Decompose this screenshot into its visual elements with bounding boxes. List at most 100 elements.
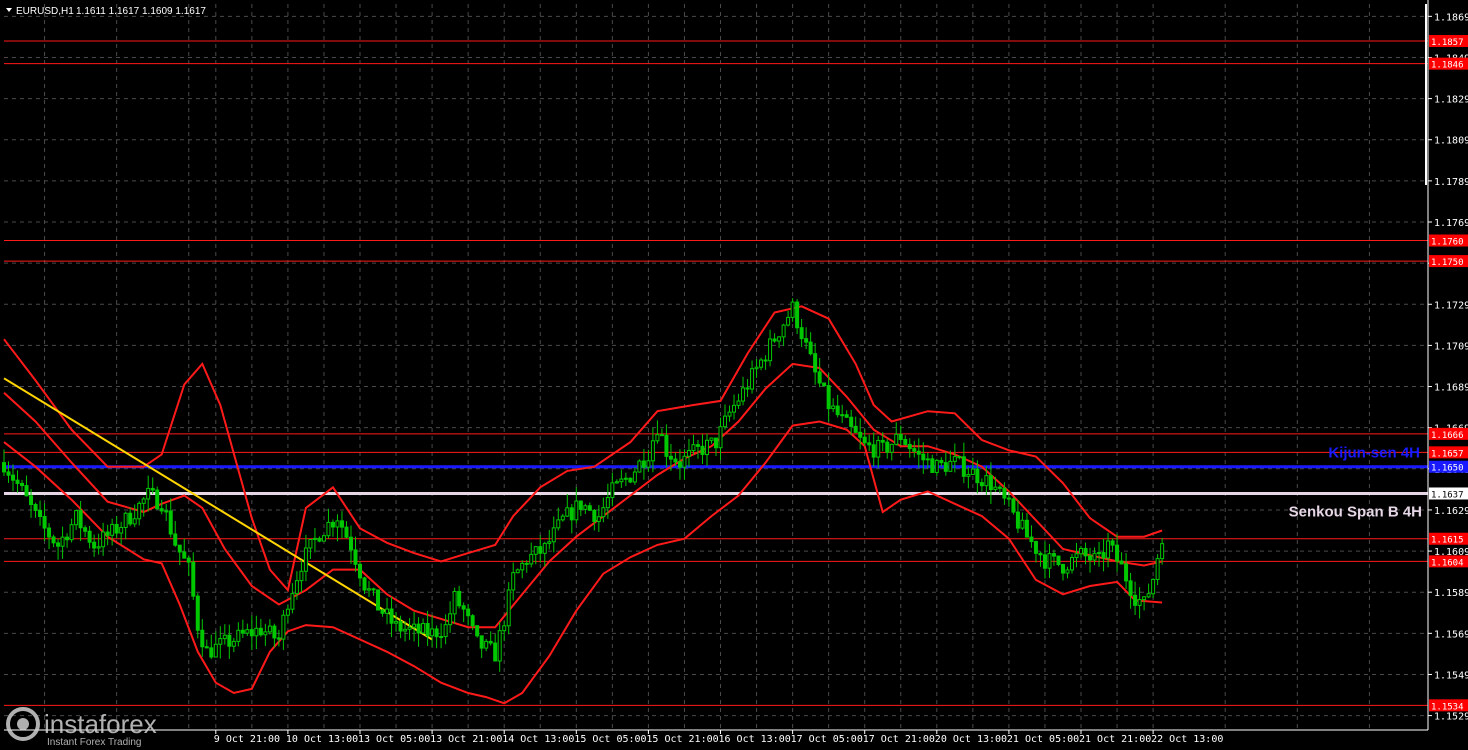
level-price-label: 1.1857 [1431,38,1464,48]
candle-body [421,623,426,634]
candle-body [988,475,993,491]
candle-body [1151,578,1156,595]
candle-body [781,324,786,338]
x-tick-label: 17 Oct 21:00 [863,734,935,745]
candle-body [339,520,344,528]
x-tick-label: 20 Oct 13:00 [935,734,1007,745]
candle-body [434,628,439,638]
candle-body [439,636,444,639]
candle-body [78,510,83,529]
candle-body [934,459,939,473]
candle-body [123,512,128,528]
candle-body [317,537,322,542]
candle-body [218,638,223,645]
candle-body [610,482,615,499]
candle-body [101,531,106,548]
candle-body [312,537,317,540]
candle-body [750,368,755,390]
candle-body [132,518,137,525]
candle-body [371,588,376,591]
candle-body [1142,596,1147,601]
candle-body [506,589,511,627]
candle-body [303,547,308,572]
candle-body [939,459,944,464]
candle-body [732,404,737,413]
candle-body [637,460,642,473]
candle-body [376,589,381,611]
candle-body [51,536,56,544]
candle-body [96,546,101,549]
candle-body [835,405,840,416]
candle-body [285,608,290,616]
candle-body [195,595,200,631]
candle-body [808,341,813,355]
candle-body [502,625,507,632]
candle-body [1065,569,1070,574]
candle-body [921,453,926,461]
y-tick-label: 1.1869 [1434,12,1468,23]
candle-body [668,455,673,460]
y-tick-label: 1.1569 [1434,629,1468,640]
candle-body [619,478,624,483]
candle-body [128,512,133,525]
candle-body [853,425,858,433]
candle-body [191,561,196,597]
candle-body [412,623,417,628]
candle-body [1020,519,1025,529]
candle-body [294,580,299,595]
candle-body [1079,547,1084,555]
candle-body [335,520,340,528]
y-tick-label: 1.1829 [1434,95,1468,106]
candle-body [961,456,966,477]
kijun-price-label: 1.1650 [1431,464,1464,474]
candle-body [1038,552,1043,556]
candle-body [362,577,367,591]
candle-body [475,625,480,637]
candle-body [993,486,998,491]
candle-body [1015,511,1020,529]
candle-body [565,507,570,517]
y-tick-label: 1.1769 [1434,218,1468,229]
candle-body [880,439,885,443]
candle-body [650,440,655,462]
candle-body [1074,553,1079,558]
candle-body [695,444,700,447]
candle-body [520,562,525,571]
candle-body [177,544,182,553]
candle-body [709,437,714,441]
candle-body [1146,593,1151,598]
candle-body [231,640,236,647]
candle-body [578,500,583,510]
candle-body [1083,547,1088,557]
candle-body [281,614,286,640]
candle-body [574,500,579,521]
candle-body [943,462,948,472]
candle-body [448,613,453,626]
candle-body [556,519,561,529]
y-tick-label: 1.1549 [1434,670,1468,681]
candle-body [763,359,768,362]
candle-body [497,630,502,662]
candle-body [200,629,205,648]
level-price-label: 1.1534 [1431,702,1464,712]
candle-body [898,433,903,440]
x-tick-label: 21 Oct 21:00 [1079,734,1151,745]
candle-body [1097,552,1102,555]
candle-body [628,477,633,483]
candle-body [714,437,718,449]
candle-body [137,502,142,520]
candle-body [569,507,574,521]
candle-body [56,542,61,547]
candle-body [344,526,349,538]
x-tick-label: 17 Oct 05:00 [791,734,863,745]
candle-body [736,400,741,406]
candle-body [146,487,151,500]
candle-body [6,471,11,476]
level-price-label: 1.1615 [1431,536,1464,546]
candle-body [380,609,385,614]
candle-body [655,434,660,442]
candle-body [768,338,773,362]
candle-body [276,637,281,640]
candle-body [38,509,43,518]
candle-body [551,527,556,543]
